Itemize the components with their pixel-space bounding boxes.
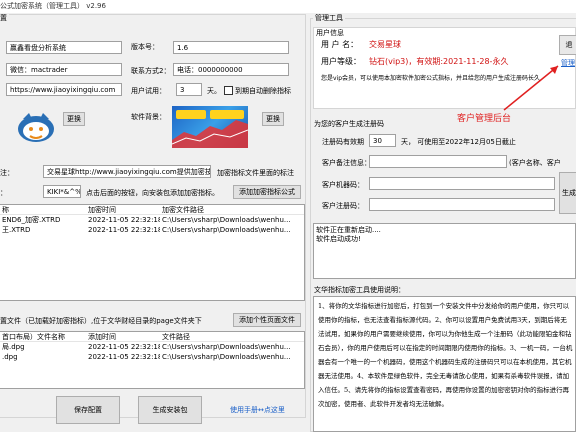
software-background-image [172, 106, 248, 148]
encryption-key-input[interactable]: KIKI*&^%#JDK [43, 185, 81, 198]
user-name-value: 交易星球 [369, 40, 401, 49]
customer-note-label: 客户备注信息： [322, 159, 371, 167]
user-level-value: 钻石(vip3)，有效期:2021-11-28-永久 [369, 57, 509, 66]
software-bg-label: 软件背景： [131, 113, 166, 121]
note-input[interactable]: 交易星球http://www.jiaoyixingqiu.com提供加密技术 [43, 165, 211, 178]
generate-code-button[interactable]: 生成 [559, 172, 576, 214]
page-time: 2022-11-05 22:32:18 [88, 353, 160, 361]
trial-label: 用户试用： [131, 87, 166, 95]
customer-note-hint: (客户名称、客户 [509, 159, 561, 167]
reg-days-hint: 天， 可使用至2022年12月05日截止 [401, 138, 516, 146]
save-config-button[interactable]: 保存配置 [56, 396, 120, 424]
log-line: 软件正在重新启动.... [316, 226, 381, 234]
trial-unit: 天。 [207, 87, 221, 95]
help-title: 文华指标加密工具使用说明： [314, 286, 405, 294]
right-group-title: 管理工具 [313, 14, 345, 23]
key-label: ： [0, 189, 7, 197]
file-name: END6_加密.XTRD [2, 216, 61, 224]
file-name: 王.XTRD [2, 226, 31, 234]
note-label: 注： [0, 169, 14, 177]
table-row[interactable]: .dpg 2022-11-05 22:32:18 C:\Users\vsharp… [0, 352, 304, 362]
build-installer-button[interactable]: 生成安装包 [138, 396, 202, 424]
title-bar: 公式加密系统（管理工具） v2.96 [0, 0, 576, 13]
wechat-input[interactable]: 微信：mactrader [6, 63, 122, 76]
table-row[interactable]: 王.XTRD 2022-11-05 22:32:18 C:\Users\vsha… [0, 225, 304, 235]
files-col-name: 称 [2, 206, 9, 214]
page-name: .dpg [2, 353, 18, 361]
file-time: 2022-11-05 22:32:18 [88, 226, 160, 234]
reg-days-input[interactable]: 30 [369, 134, 396, 147]
reg-days-label: 注册码有效期 [322, 138, 364, 146]
user-level-label: 用户等级： [321, 57, 361, 66]
file-path: C:\Users\vsharp\Downloads\wenhu... [162, 216, 291, 224]
version-input[interactable]: 1.6 [173, 41, 289, 54]
pages-table-header: 首口布局）文件名称 添加时间 文件路径 [0, 332, 304, 342]
page-path: C:\Users\vsharp\Downloads\wenhu... [162, 343, 291, 351]
user-manual-link[interactable]: 使用手册↔点这里 [230, 406, 285, 415]
page-files-table: 首口布局）文件名称 添加时间 文件路径 局.dpg 2022-11-05 22:… [0, 331, 305, 389]
encrypted-files-table: 称 加密时间 加密文件路径 END6_加密.XTRD 2022-11-05 22… [0, 204, 305, 301]
reg-code-input[interactable] [369, 198, 555, 211]
table-row[interactable]: END6_加密.XTRD 2022-11-05 22:32:18 C:\User… [0, 215, 304, 225]
contact-label: 联系方式2： [131, 67, 171, 75]
file-path: C:\Users\vsharp\Downloads\wenhu... [162, 226, 291, 234]
log-output: 软件正在重新启动.... 软件启动成功! [313, 223, 576, 279]
page-section-label: 置文件（已加载好加密指标）,位于文华财经目录的page文件夹下 [0, 317, 202, 325]
file-time: 2022-11-05 22:32:18 [88, 216, 160, 224]
reg-code-label: 客户注册码： [322, 202, 364, 210]
change-logo-button[interactable]: 更换 [63, 112, 85, 126]
user-name-label: 用 户 名： [321, 40, 359, 49]
page-time: 2022-11-05 22:32:18 [88, 343, 160, 351]
note-hint: 加密指标文件里面的标注 [217, 169, 294, 177]
files-col-path: 加密文件路径 [162, 206, 204, 214]
pages-col-path: 文件路径 [162, 333, 190, 341]
user-info-title: 用户信息 [316, 29, 344, 37]
add-encrypted-formula-button[interactable]: 添加加密指标公式 [233, 185, 301, 199]
window-title: 公式加密系统（管理工具） v2.96 [0, 2, 106, 10]
table-row[interactable]: 局.dpg 2022-11-05 22:32:18 C:\Users\vshar… [0, 342, 304, 352]
website-input[interactable]: https://www.jiaoyixingqiu.com [6, 83, 122, 96]
page-name: 局.dpg [2, 343, 25, 351]
help-text: 1、将你的文华指标进行加密后，打包到一个安装文件中分发给你的用户使用，你只可以使… [318, 302, 573, 408]
pages-col-name: 首口布局）文件名称 [2, 333, 65, 341]
change-background-button[interactable]: 更换 [262, 112, 284, 126]
left-group-title: 置 [0, 14, 9, 23]
annotation-label: 客户管理后台 [457, 114, 512, 124]
add-page-file-button[interactable]: 添加个性页面文件 [233, 313, 301, 327]
reg-section-title: 为您的客户生成注册码 [314, 120, 384, 128]
log-line: 软件启动成功! [316, 235, 361, 243]
trial-days-input[interactable]: 3 [176, 83, 202, 96]
key-hint: 点击后面的按钮，向安装包添加加密指标。 [86, 189, 219, 197]
annotation-arrow [503, 65, 559, 111]
pages-col-time: 添加时间 [88, 333, 116, 341]
machine-code-input[interactable] [369, 177, 555, 190]
help-text-box: 1、将你的文华指标进行加密后，打包到一个安装文件中分发给你的用户使用，你只可以使… [313, 296, 576, 432]
files-table-header: 称 加密时间 加密文件路径 [0, 205, 304, 215]
machine-code-label: 客户机器码： [322, 181, 364, 189]
auto-delete-checkbox[interactable] [224, 86, 233, 95]
customer-note-input[interactable] [369, 155, 507, 168]
auto-delete-label: 到期自动删除指标 [235, 87, 291, 95]
contact-input[interactable]: 电话：0000000000 [173, 63, 289, 76]
software-name-input[interactable]: 赢鑫看盘分析系统 [6, 41, 122, 54]
version-label: 版本号： [131, 43, 159, 51]
logout-button[interactable]: 退 [559, 35, 576, 55]
software-logo [17, 109, 55, 143]
files-col-time: 加密时间 [88, 206, 116, 214]
page-path: C:\Users\vsharp\Downloads\wenhu... [162, 353, 291, 361]
